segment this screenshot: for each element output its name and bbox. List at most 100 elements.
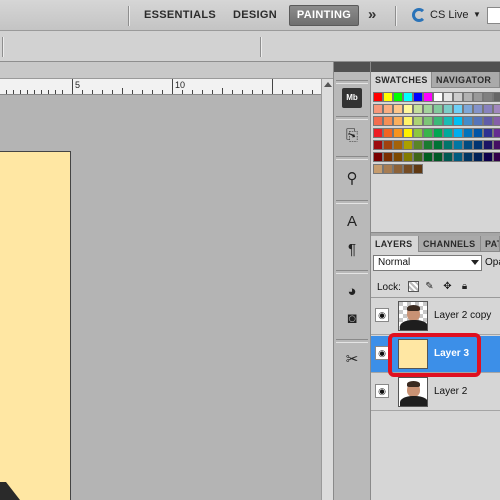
color-swatch[interactable] <box>443 116 453 126</box>
color-swatch[interactable] <box>493 116 500 126</box>
color-swatch[interactable] <box>423 140 433 150</box>
tool-presets-icon[interactable]: ✂ <box>342 350 362 370</box>
paragraph-icon[interactable]: ¶ <box>342 240 362 260</box>
cs-live-icon[interactable] <box>412 8 426 22</box>
lock-all-icon[interactable]: 🔒︎ <box>459 281 470 292</box>
color-swatch[interactable] <box>433 116 443 126</box>
color-swatch[interactable] <box>473 104 483 114</box>
workspace-painting-button[interactable]: PAINTING <box>289 5 359 26</box>
color-swatch[interactable] <box>393 104 403 114</box>
color-swatch[interactable] <box>443 92 453 102</box>
color-swatch[interactable] <box>453 152 463 162</box>
layer-mask-icon[interactable]: ◙ <box>342 309 362 329</box>
color-swatch[interactable] <box>423 116 433 126</box>
color-swatch[interactable] <box>493 152 500 162</box>
eye-icon[interactable]: ◉ <box>375 384 389 398</box>
tab-layers[interactable]: LAYERS <box>371 236 419 252</box>
color-swatch[interactable] <box>393 116 403 126</box>
color-swatch[interactable] <box>453 116 463 126</box>
color-swatch[interactable] <box>393 92 403 102</box>
layer-row[interactable]: ◉ Layer 2 <box>371 374 500 411</box>
color-swatch[interactable] <box>373 140 383 150</box>
color-swatch[interactable] <box>393 128 403 138</box>
workspace-essentials-button[interactable]: ESSENTIALS <box>144 9 216 21</box>
color-swatch[interactable] <box>423 152 433 162</box>
character-icon[interactable]: A <box>342 212 362 232</box>
color-swatch[interactable] <box>483 152 493 162</box>
eye-icon[interactable]: ◉ <box>375 308 389 322</box>
blend-mode-select[interactable]: Normal <box>373 255 482 271</box>
color-swatch[interactable] <box>463 128 473 138</box>
color-swatch[interactable] <box>423 128 433 138</box>
color-swatch[interactable] <box>453 92 463 102</box>
vertical-scrollbar[interactable] <box>321 79 333 500</box>
color-swatch[interactable] <box>483 116 493 126</box>
panel-dock-header[interactable] <box>371 62 500 72</box>
color-swatch[interactable] <box>393 140 403 150</box>
color-swatch[interactable] <box>473 116 483 126</box>
color-swatch[interactable] <box>433 152 443 162</box>
color-swatch[interactable] <box>493 140 500 150</box>
color-swatch[interactable] <box>393 164 403 174</box>
search-help-field[interactable] <box>487 7 500 24</box>
color-swatch[interactable] <box>373 92 383 102</box>
workspace-design-button[interactable]: DESIGN <box>233 9 277 21</box>
color-swatch[interactable] <box>383 116 393 126</box>
brush-preset-icon[interactable]: ◕ <box>342 282 362 302</box>
color-swatch[interactable] <box>483 92 493 102</box>
color-swatch[interactable] <box>423 92 433 102</box>
color-swatch[interactable] <box>493 104 500 114</box>
eye-icon[interactable]: ◉ <box>375 346 389 360</box>
color-swatch[interactable] <box>373 116 383 126</box>
lock-paint-icon[interactable]: ✎ <box>424 281 435 292</box>
color-swatch[interactable] <box>443 152 453 162</box>
clone-source-icon[interactable]: ⚲ <box>342 169 362 189</box>
scroll-up-arrow-icon[interactable] <box>324 82 332 87</box>
color-swatch[interactable] <box>373 104 383 114</box>
color-swatch[interactable] <box>443 128 453 138</box>
color-swatch[interactable] <box>463 92 473 102</box>
color-swatch[interactable] <box>383 128 393 138</box>
panel-strip-header[interactable] <box>334 62 370 72</box>
color-swatch[interactable] <box>403 104 413 114</box>
color-swatch[interactable] <box>413 164 423 174</box>
color-swatch[interactable] <box>403 92 413 102</box>
lock-transparent-icon[interactable] <box>408 281 419 292</box>
color-swatch[interactable] <box>463 140 473 150</box>
color-swatch[interactable] <box>413 104 423 114</box>
history-icon[interactable]: ⎘ <box>342 126 362 146</box>
color-swatch[interactable] <box>483 128 493 138</box>
color-swatch[interactable] <box>403 140 413 150</box>
color-swatch[interactable] <box>403 152 413 162</box>
double-chevron-right-icon[interactable]: » <box>368 6 376 23</box>
color-swatch[interactable] <box>423 104 433 114</box>
color-swatch[interactable] <box>473 152 483 162</box>
color-swatch[interactable] <box>463 116 473 126</box>
lock-position-icon[interactable]: ✥ <box>442 281 453 292</box>
tab-paths[interactable]: PATHS <box>481 236 500 252</box>
color-swatch[interactable] <box>383 140 393 150</box>
color-swatch[interactable] <box>473 140 483 150</box>
color-swatch[interactable] <box>403 164 413 174</box>
color-swatch[interactable] <box>393 152 403 162</box>
color-swatch[interactable] <box>403 128 413 138</box>
cs-live-label[interactable]: CS Live <box>430 9 469 21</box>
mini-bridge-icon[interactable]: Mb <box>342 88 362 108</box>
color-swatch[interactable] <box>443 104 453 114</box>
color-swatch[interactable] <box>413 116 423 126</box>
color-swatch[interactable] <box>403 116 413 126</box>
color-swatch[interactable] <box>433 92 443 102</box>
horizontal-ruler[interactable]: 5 10 <box>0 79 321 95</box>
color-swatch[interactable] <box>483 104 493 114</box>
color-swatch[interactable] <box>473 92 483 102</box>
document-canvas[interactable] <box>0 151 71 500</box>
tab-navigator[interactable]: NAVIGATOR <box>432 72 500 88</box>
color-swatch[interactable] <box>433 104 443 114</box>
color-swatch[interactable] <box>413 92 423 102</box>
color-swatch[interactable] <box>493 92 500 102</box>
color-swatch[interactable] <box>493 128 500 138</box>
color-swatch[interactable] <box>433 128 443 138</box>
layer-row[interactable]: ◉ Layer 2 copy <box>371 298 500 335</box>
color-swatch[interactable] <box>373 164 383 174</box>
tab-swatches[interactable]: SWATCHES <box>371 72 432 88</box>
